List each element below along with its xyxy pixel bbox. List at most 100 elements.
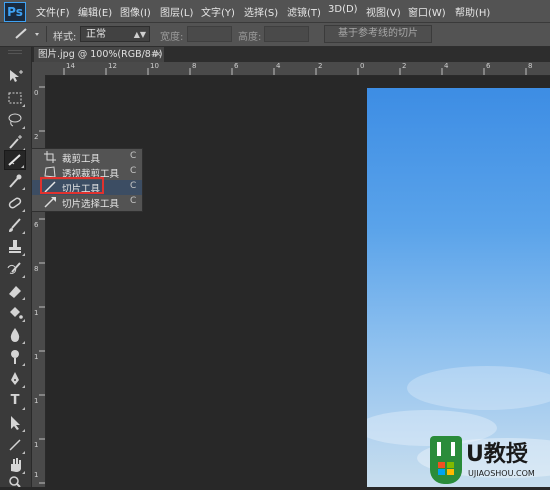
brush-tool-button[interactable] [4,215,26,235]
flyout-item-slice-select[interactable]: 切片选择工具 C [32,195,142,210]
slices-from-guides-button[interactable]: 基于参考线的切片 [324,25,432,43]
ruler-label: 12 [108,62,117,70]
annotation-highlight-box [40,177,104,194]
menu-file[interactable]: 文件(F) [36,4,70,19]
ruler-label: 1 [34,397,39,405]
magic-wand-tool-button[interactable] [4,132,26,152]
ruler-origin[interactable] [32,62,46,75]
ruler-label: 6 [234,62,239,70]
slice-icon [15,28,39,39]
line-tool-button[interactable] [4,435,26,455]
eyedropper-tool-button[interactable] [4,171,26,191]
ruler-label: 2 [318,62,323,70]
submenu-indicator [22,319,25,322]
ruler-label: 4 [444,62,449,70]
path-selection-tool-button[interactable] [4,413,26,433]
lasso-tool-button[interactable] [4,110,26,130]
options-divider [46,26,47,42]
submenu-indicator [22,275,25,278]
menu-image[interactable]: 图像(I) [120,4,151,19]
panel-grip[interactable] [8,50,22,54]
submenu-indicator [22,471,25,474]
flyout-item-crop[interactable]: 裁剪工具 C [32,150,142,165]
vertical-ruler[interactable]: 0 2 4 6 8 1 1 1 1 1 [32,75,46,487]
menu-view[interactable]: 视图(V) [366,4,401,19]
ruler-label: 1 [34,471,39,479]
watermark-title: U教授 [466,442,528,467]
dodge-tool-button[interactable] [4,347,26,367]
ruler-label: 6 [486,62,491,70]
menu-edit[interactable]: 编辑(E) [78,4,112,19]
healing-brush-tool-button[interactable] [4,193,26,213]
hand-tool-button[interactable] [4,455,26,475]
ruler-label: 4 [276,62,281,70]
height-label: 高度: [238,32,262,43]
horizontal-ruler[interactable]: 14 12 10 8 6 4 2 0 2 4 6 8 [46,62,550,76]
menu-type[interactable]: 文字(Y) [201,4,235,19]
crop-tool-button[interactable] [4,150,26,170]
height-field[interactable] [264,26,309,42]
width-field[interactable] [187,26,232,42]
submenu-indicator [22,341,25,344]
ruler-label: 8 [34,265,39,273]
flyout-item-label: 裁剪工具 [62,154,101,165]
shield-logo-icon [430,436,462,484]
chevron-updown-icon: ▲▼ [133,30,146,39]
menu-help[interactable]: 帮助(H) [455,4,490,19]
cloud-texture [367,366,550,478]
menu-window[interactable]: 窗口(W) [408,4,446,19]
ruler-label: 1 [34,309,39,317]
type-tool-button[interactable]: T [4,391,26,411]
ruler-label: 0 [360,62,365,70]
crop-icon [44,151,56,163]
clone-stamp-tool-button[interactable] [4,237,26,257]
ruler-label: 10 [150,62,159,70]
submenu-indicator [22,429,25,432]
eraser-tool-button[interactable] [4,281,26,301]
flyout-item-label: 切片选择工具 [62,199,120,210]
submenu-indicator [22,253,25,256]
menu-select[interactable]: 选择(S) [244,4,278,19]
ruler-label: 6 [34,221,39,229]
style-label: 样式: [53,32,77,43]
document-tab-title: 图片.jpg @ 100%(RGB/8#) [38,49,163,60]
ruler-label: 1 [34,441,39,449]
ruler-label: 14 [66,62,75,70]
paint-bucket-tool-button[interactable] [4,303,26,323]
shortcut-key: C [130,151,137,161]
photoshop-logo: Ps [4,2,26,22]
history-brush-tool-button[interactable] [4,259,26,279]
shortcut-key: C [130,196,137,206]
move-icon [10,70,23,82]
shortcut-key: C [130,166,137,176]
watermark-url: UJIAOSHOU.COM [468,469,535,478]
watermark: U教授 UJIAOSHOU.COM [430,436,550,487]
marquee-tool-button[interactable] [4,88,26,108]
document-tab-bar: 图片.jpg @ 100%(RGB/8#) × [32,47,550,62]
windows-flag-icon [437,442,455,475]
blur-tool-button[interactable] [4,325,26,345]
menu-filter[interactable]: 滤镜(T) [287,4,321,19]
shortcut-key: C [130,181,137,191]
document-tab[interactable]: 图片.jpg @ 100%(RGB/8#) × [34,47,164,62]
zoom-tool-button[interactable] [4,475,26,488]
submenu-indicator [21,165,24,168]
ruler-label: 0 [34,89,39,97]
menu-3d[interactable]: 3D(D) [328,4,358,15]
style-select[interactable]: 正常 ▲▼ [80,26,150,42]
move-tool-button[interactable] [4,66,26,86]
menu-layer[interactable]: 图层(L) [160,4,193,19]
pen-tool-button[interactable] [4,369,26,389]
zoom-icon [9,476,21,488]
slice-select-icon [44,197,56,208]
tools-panel: T [0,47,32,488]
ruler-ticks [63,68,527,75]
document-image[interactable] [367,88,550,487]
submenu-indicator [22,104,25,107]
submenu-indicator [22,209,25,212]
submenu-indicator [22,297,25,300]
tool-preset-picker[interactable] [10,26,40,42]
ruler-label: 8 [528,62,533,70]
close-icon[interactable]: × [154,47,162,62]
style-select-value: 正常 [86,29,106,40]
